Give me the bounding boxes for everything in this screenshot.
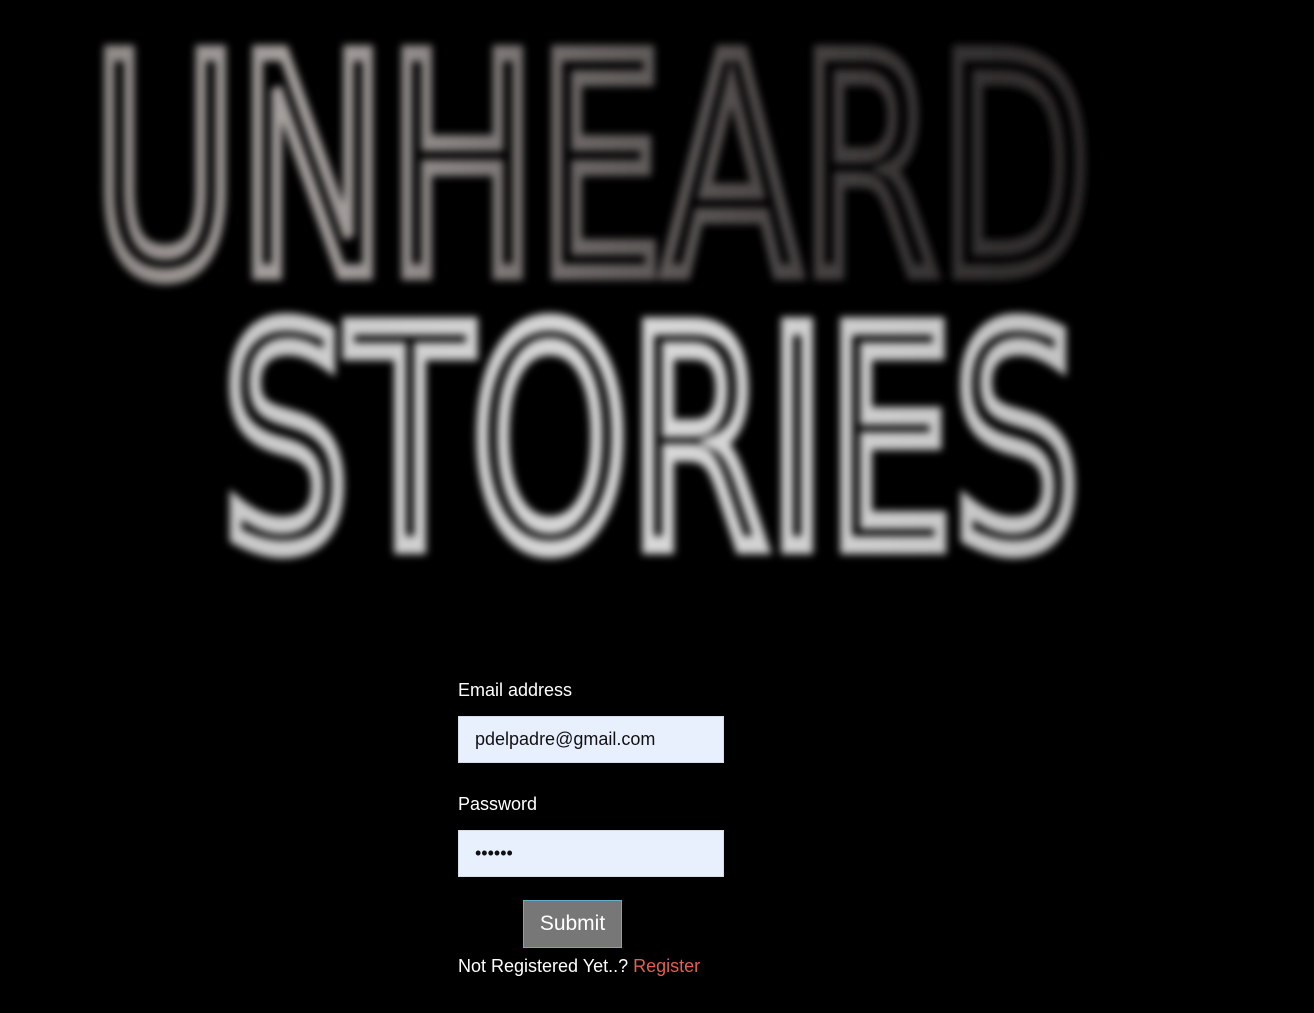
password-label: Password [458,794,538,814]
logo-line-2: STORIES [222,267,1080,600]
register-prompt-row: Not Registered Yet..? Register [458,954,758,978]
email-field[interactable] [458,716,724,763]
email-label: Email address [458,680,573,700]
login-form: Email address Password Submit Not Regist… [458,676,758,978]
password-field[interactable] [458,830,724,877]
register-prompt-text: Not Registered Yet..? [458,956,629,976]
submit-button[interactable]: Submit [523,900,622,948]
logo-graphic: UNHEARD STORIES [84,0,1100,600]
logo: UNHEARD STORIES [0,0,1314,600]
register-link[interactable]: Register [633,956,700,976]
